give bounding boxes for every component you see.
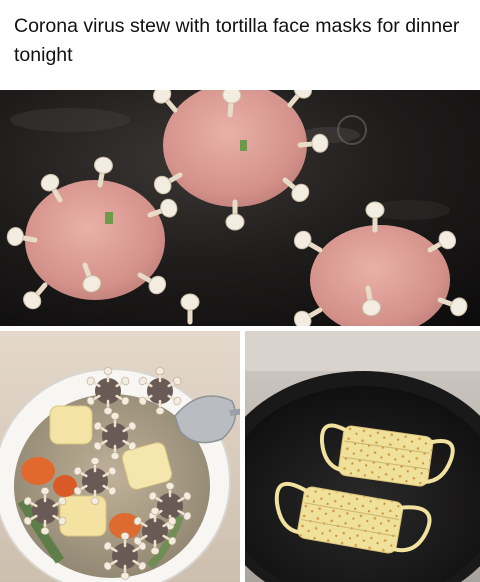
- stew-bowl-photo: [0, 331, 240, 582]
- post-caption: Corona virus stew with tortilla face mas…: [14, 15, 460, 66]
- tortilla-masks-photo: [245, 331, 480, 582]
- meatballs-pan-photo: [0, 90, 480, 326]
